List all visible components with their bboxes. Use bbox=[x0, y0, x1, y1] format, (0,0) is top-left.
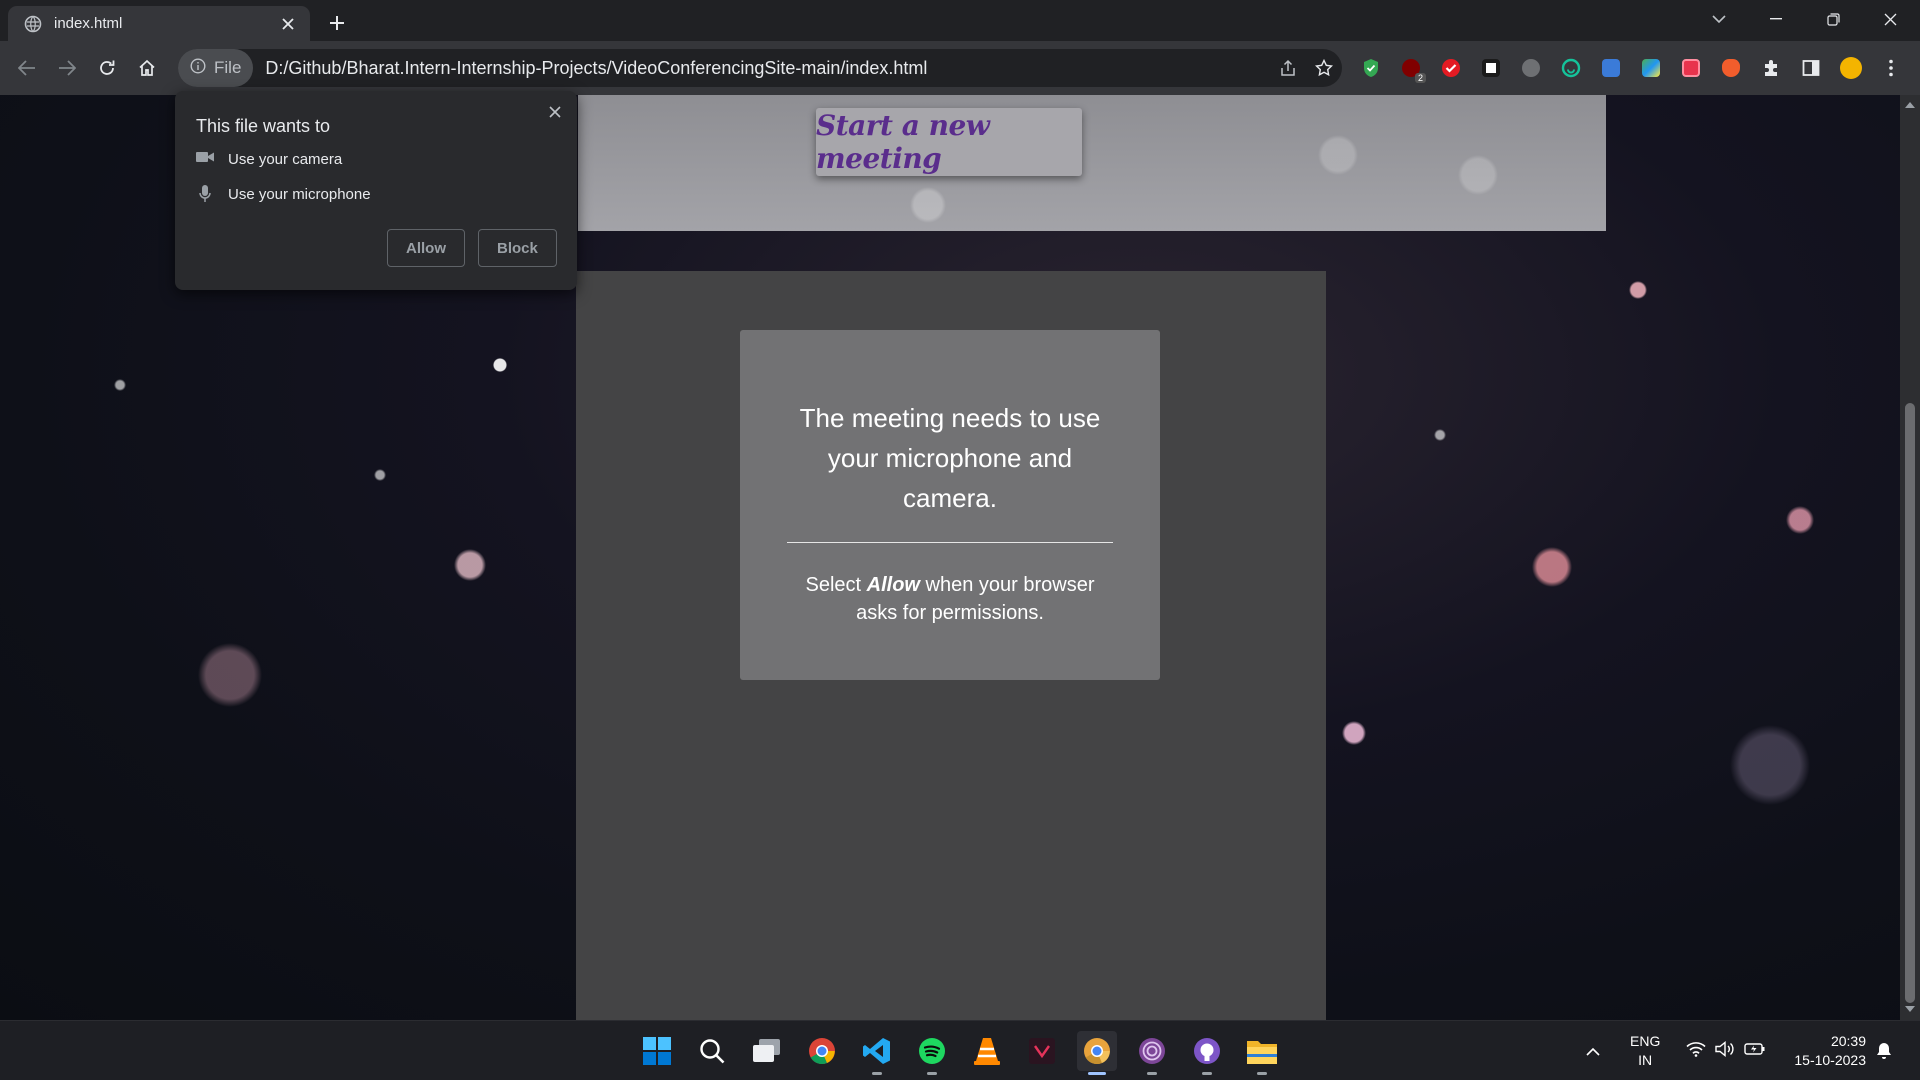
back-icon[interactable] bbox=[12, 53, 42, 83]
url-text[interactable]: D:/Github/Bharat.Intern-Internship-Proje… bbox=[265, 58, 1270, 79]
permission-camera-row: Use your camera bbox=[196, 150, 342, 169]
chrome-canary-icon[interactable] bbox=[1077, 1031, 1117, 1075]
allow-button[interactable]: Allow bbox=[387, 229, 465, 267]
ublock-ext-icon[interactable]: 2 bbox=[1396, 53, 1426, 83]
site-chip-label: File bbox=[214, 58, 242, 77]
extensions-icon[interactable] bbox=[1756, 53, 1786, 83]
system-tray-icons[interactable] bbox=[1686, 1021, 1766, 1080]
search-icon[interactable] bbox=[692, 1031, 732, 1071]
tab-title: index.html bbox=[54, 15, 123, 32]
brave-ext-icon[interactable] bbox=[1716, 53, 1746, 83]
taskbar-apps bbox=[637, 1031, 1282, 1075]
page-scrollbar[interactable] bbox=[1900, 95, 1920, 1020]
clock-time: 20:39 bbox=[1830, 1033, 1866, 1049]
meeting-banner: Start a new meeting bbox=[578, 95, 1606, 231]
running-indicator bbox=[1202, 1072, 1212, 1075]
clock-date: 15-10-2023 bbox=[1794, 1052, 1866, 1068]
popup-title: This file wants to bbox=[196, 116, 331, 136]
todoist-ext-icon[interactable] bbox=[1436, 53, 1466, 83]
start-meeting-label: Start a new meeting bbox=[816, 109, 990, 175]
task-view-icon[interactable] bbox=[747, 1031, 787, 1071]
battery-icon bbox=[1744, 1042, 1766, 1061]
sidepanel-icon[interactable] bbox=[1796, 53, 1826, 83]
running-indicator bbox=[927, 1072, 937, 1075]
globe-icon bbox=[24, 15, 42, 33]
wifi-icon bbox=[1686, 1041, 1706, 1062]
notification-bell-icon[interactable] bbox=[1876, 1021, 1892, 1080]
site-info-chip[interactable]: File bbox=[178, 49, 254, 87]
vscode-icon[interactable] bbox=[857, 1031, 897, 1075]
running-indicator bbox=[1088, 1072, 1106, 1075]
microphone-icon bbox=[196, 185, 214, 203]
minimize-icon[interactable] bbox=[1753, 0, 1799, 38]
tab-strip: index.html bbox=[0, 0, 1920, 41]
running-indicator bbox=[872, 1072, 882, 1075]
grammarly-ext-icon[interactable] bbox=[1556, 53, 1586, 83]
capture-ext-icon[interactable] bbox=[1676, 53, 1706, 83]
meeting-panel: The meeting needs to use your microphone… bbox=[576, 271, 1326, 1020]
restore-icon[interactable] bbox=[1810, 0, 1856, 38]
window-ext-icon[interactable] bbox=[1596, 53, 1626, 83]
permission-notice-card: The meeting needs to use your microphone… bbox=[740, 330, 1160, 680]
extension-badge: 2 bbox=[1414, 73, 1426, 83]
close-icon[interactable] bbox=[544, 101, 566, 123]
permission-microphone-label: Use your microphone bbox=[228, 185, 371, 203]
file-explorer-icon[interactable] bbox=[1242, 1031, 1282, 1075]
share-icon[interactable] bbox=[1270, 50, 1306, 86]
tab-close-icon[interactable] bbox=[276, 12, 300, 36]
tab-search-chevron-icon[interactable] bbox=[1696, 0, 1742, 38]
browser-toolbar: File D:/Github/Bharat.Intern-Internship-… bbox=[0, 41, 1920, 95]
extensions-row: 2 bbox=[1356, 53, 1906, 83]
shield-ext-icon[interactable] bbox=[1356, 53, 1386, 83]
info-icon bbox=[190, 57, 206, 79]
permission-microphone-row: Use your microphone bbox=[196, 185, 371, 203]
permission-camera-label: Use your camera bbox=[228, 151, 343, 168]
camera-icon bbox=[196, 150, 214, 169]
profile-icon[interactable] bbox=[1836, 53, 1866, 83]
running-indicator bbox=[1257, 1072, 1267, 1075]
volume-icon bbox=[1715, 1040, 1735, 1062]
start-icon[interactable] bbox=[637, 1031, 677, 1071]
scroll-thumb[interactable] bbox=[1905, 403, 1915, 1003]
scroll-up-icon[interactable] bbox=[1905, 102, 1915, 108]
scroll-down-icon[interactable] bbox=[1905, 1006, 1915, 1012]
vlc-icon[interactable] bbox=[967, 1031, 1007, 1071]
block-button[interactable]: Block bbox=[478, 229, 557, 267]
show-hidden-icons-chevron[interactable] bbox=[1586, 1021, 1600, 1080]
start-meeting-button[interactable]: Start a new meeting bbox=[816, 108, 1082, 176]
taskbar: ENG IN 20:39 15-10-2023 bbox=[0, 1020, 1920, 1080]
language-line-1: ENG bbox=[1630, 1033, 1661, 1049]
address-bar[interactable]: File D:/Github/Bharat.Intern-Internship-… bbox=[178, 49, 1342, 87]
spotify-icon[interactable] bbox=[912, 1031, 952, 1075]
permission-instructions: Select Allow when your browser asks for … bbox=[790, 571, 1110, 627]
home-icon[interactable] bbox=[132, 53, 162, 83]
running-indicator bbox=[1147, 1072, 1157, 1075]
clock[interactable]: 20:39 15-10-2023 bbox=[1786, 1021, 1866, 1080]
reload-icon[interactable] bbox=[92, 53, 122, 83]
tab-index-html[interactable]: index.html bbox=[8, 6, 310, 41]
notes-ext-icon[interactable] bbox=[1476, 53, 1506, 83]
instructions-allow: Allow bbox=[866, 574, 920, 596]
color-ext-icon[interactable] bbox=[1636, 53, 1666, 83]
forward-icon[interactable] bbox=[52, 53, 82, 83]
permission-popup: This file wants to Use your camera Use y… bbox=[175, 91, 577, 290]
app-icon[interactable] bbox=[1022, 1031, 1062, 1071]
puzzle-ext-icon[interactable] bbox=[1516, 53, 1546, 83]
permission-heading: The meeting needs to use your microphone… bbox=[799, 403, 1101, 513]
menu-icon[interactable] bbox=[1876, 53, 1906, 83]
language-indicator[interactable]: ENG IN bbox=[1630, 1021, 1660, 1080]
language-line-2: IN bbox=[1638, 1052, 1653, 1068]
github-icon[interactable] bbox=[1187, 1031, 1227, 1075]
chrome-icon[interactable] bbox=[802, 1031, 842, 1071]
bookmark-star-icon[interactable] bbox=[1306, 50, 1342, 86]
tor-icon[interactable] bbox=[1132, 1031, 1172, 1075]
close-window-icon[interactable] bbox=[1867, 0, 1913, 38]
instructions-prefix: Select bbox=[805, 574, 867, 596]
divider bbox=[787, 542, 1113, 543]
new-tab-button[interactable] bbox=[322, 8, 352, 38]
